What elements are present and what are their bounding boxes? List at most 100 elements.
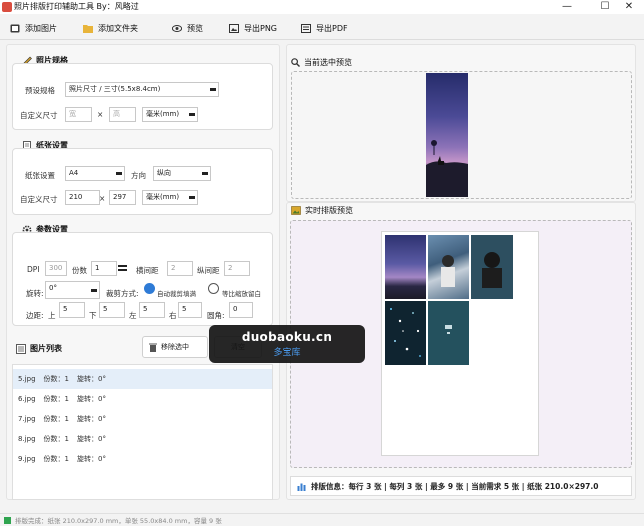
photo-width-input[interactable]: 宽 [65, 107, 92, 122]
list-item-rotate: 旋转：0° [76, 395, 106, 403]
paper-width-input[interactable]: 210 [65, 190, 100, 205]
current-preview-title: 当前选中预览 [291, 57, 352, 68]
vgap-input[interactable]: 2 [224, 261, 250, 276]
picture-icon [291, 206, 301, 215]
layout-info-bar: 排版信息：每行 3 张 | 每列 3 张 | 最多 9 张 | 当前需求 5 张… [290, 476, 632, 496]
watermark-domain: duobaoku.cn [241, 330, 333, 344]
list-item-name: 5.jpg [18, 375, 36, 383]
layout-info-text: 排版信息：每行 3 张 | 每列 3 张 | 最多 9 张 | 当前需求 5 张… [311, 481, 599, 491]
list-item-copies: 份数：1 [43, 395, 69, 403]
status-icon [4, 516, 11, 524]
dropdown-arrow-icon [116, 172, 122, 175]
toolbar: 添加图片 添加文件夹 预览 导出PNG 导出PDF [0, 16, 644, 40]
watermark-overlay: duobaoku.cn 多宝库 [209, 325, 365, 363]
status-bar: 排版完成：纸张 210.0x297.0 mm，单张 55.0x84.0 mm，容… [0, 513, 644, 526]
dropdown-arrow-icon [202, 172, 208, 175]
add-folder-button[interactable]: 添加文件夹 [83, 21, 138, 35]
search-icon [291, 58, 300, 67]
custom-size-label: 自定义尺寸 [20, 111, 58, 120]
minimize-button[interactable]: — [552, 0, 582, 14]
list-item-rotate: 旋转：0° [76, 455, 106, 463]
folder-icon [83, 24, 93, 33]
eye-icon [171, 24, 183, 33]
preset-select[interactable]: 照片尺寸 / 三寸(5.5x8.4cm) [65, 82, 219, 97]
list-item[interactable]: 9.jpg 份数：1 旋转：0° [13, 449, 272, 469]
copies-label: 份数 [72, 266, 87, 275]
dropdown-arrow-icon [189, 113, 195, 116]
watermark-name: 多宝库 [273, 348, 301, 358]
image-list-title: 图片列表 [16, 343, 62, 354]
dpi-label: DPI [27, 265, 40, 274]
margin-label: 边距: [26, 311, 44, 320]
crop-auto-label: 自动裁剪填满 [157, 290, 196, 298]
list-item-rotate: 旋转：0° [76, 375, 106, 383]
paper-unit-select[interactable]: 毫米(mm) [142, 190, 198, 205]
remove-selected-button[interactable]: 移除选中 [142, 336, 208, 358]
paper-custom-label: 自定义尺寸 [20, 195, 58, 204]
times-sign: × [97, 110, 104, 119]
layout-photo-2 [428, 235, 469, 299]
rotate-select[interactable]: 0° [45, 281, 100, 299]
paper-height-input[interactable]: 297 [109, 190, 136, 205]
list-item-copies: 份数：1 [43, 455, 69, 463]
vgap-label: 纵间距 [197, 266, 220, 275]
list-item-name: 9.jpg [18, 455, 36, 463]
realtime-preview-title: 实时排版预览 [291, 205, 353, 216]
dropdown-arrow-icon [210, 88, 216, 91]
direction-select[interactable]: 纵向 [153, 166, 211, 181]
app-icon [2, 2, 12, 12]
margin-top-label: 上 [48, 311, 56, 320]
preset-label: 预设规格 [25, 86, 55, 95]
list-item-name: 6.jpg [18, 395, 36, 403]
rotate-label: 旋转: [26, 289, 44, 298]
hgap-input[interactable]: 2 [167, 261, 193, 276]
list-item-name: 8.jpg [18, 435, 36, 443]
document-icon [301, 23, 311, 33]
dropdown-arrow-icon [189, 196, 195, 199]
crop-scale-radio[interactable] [208, 283, 219, 294]
corner-label: 圆角: [207, 311, 225, 320]
margin-top-input[interactable]: 5 [59, 302, 85, 318]
list-item[interactable]: 5.jpg 份数：1 旋转：0° [13, 369, 272, 389]
margin-bottom-label: 下 [89, 311, 97, 320]
corner-input[interactable]: 0 [229, 302, 253, 318]
crop-auto-radio[interactable] [144, 283, 155, 294]
list-item-copies: 份数：1 [43, 415, 69, 423]
list-item-rotate: 旋转：0° [76, 435, 106, 443]
margin-bottom-input[interactable]: 5 [99, 302, 125, 318]
current-photo [426, 73, 468, 197]
list-icon [16, 343, 26, 354]
layout-photo-1 [385, 235, 426, 299]
export-png-button[interactable]: 导出PNG [229, 21, 277, 35]
list-item[interactable]: 6.jpg 份数：1 旋转：0° [13, 389, 272, 409]
export-pdf-button[interactable]: 导出PDF [301, 21, 348, 35]
crop-scale-label: 等比缩放留白 [222, 290, 261, 298]
close-button[interactable]: ✕ [614, 0, 644, 14]
list-item[interactable]: 7.jpg 份数：1 旋转：0° [13, 409, 272, 429]
stepper-icon[interactable] [118, 265, 127, 271]
paper-select[interactable]: A4 [65, 166, 125, 181]
margin-right-label: 右 [169, 311, 177, 320]
margin-left-input[interactable]: 5 [139, 302, 165, 318]
list-item-rotate: 旋转：0° [76, 415, 106, 423]
times-sign: × [99, 194, 106, 203]
photo-height-input[interactable]: 高 [109, 107, 136, 122]
hgap-label: 横间距 [136, 266, 159, 275]
dropdown-arrow-icon [91, 289, 97, 292]
direction-label: 方向 [131, 171, 146, 180]
list-item[interactable]: 8.jpg 份数：1 旋转：0° [13, 429, 272, 449]
margin-right-input[interactable]: 5 [178, 302, 202, 318]
margin-left-label: 左 [129, 311, 137, 320]
paper-label: 纸张设置 [25, 171, 55, 180]
list-item-copies: 份数：1 [43, 375, 69, 383]
photo-unit-select[interactable]: 毫米(mm) [142, 107, 198, 122]
preview-button[interactable]: 预览 [171, 21, 203, 35]
copies-input[interactable]: 1 [91, 261, 117, 276]
add-image-button[interactable]: 添加图片 [10, 21, 57, 35]
dpi-input[interactable]: 300 [45, 261, 67, 276]
list-item-copies: 份数：1 [43, 435, 69, 443]
layout-photo-5 [428, 301, 469, 365]
trash-icon [149, 343, 157, 352]
layout-photo-3 [471, 235, 513, 299]
export-image-icon [229, 23, 239, 33]
